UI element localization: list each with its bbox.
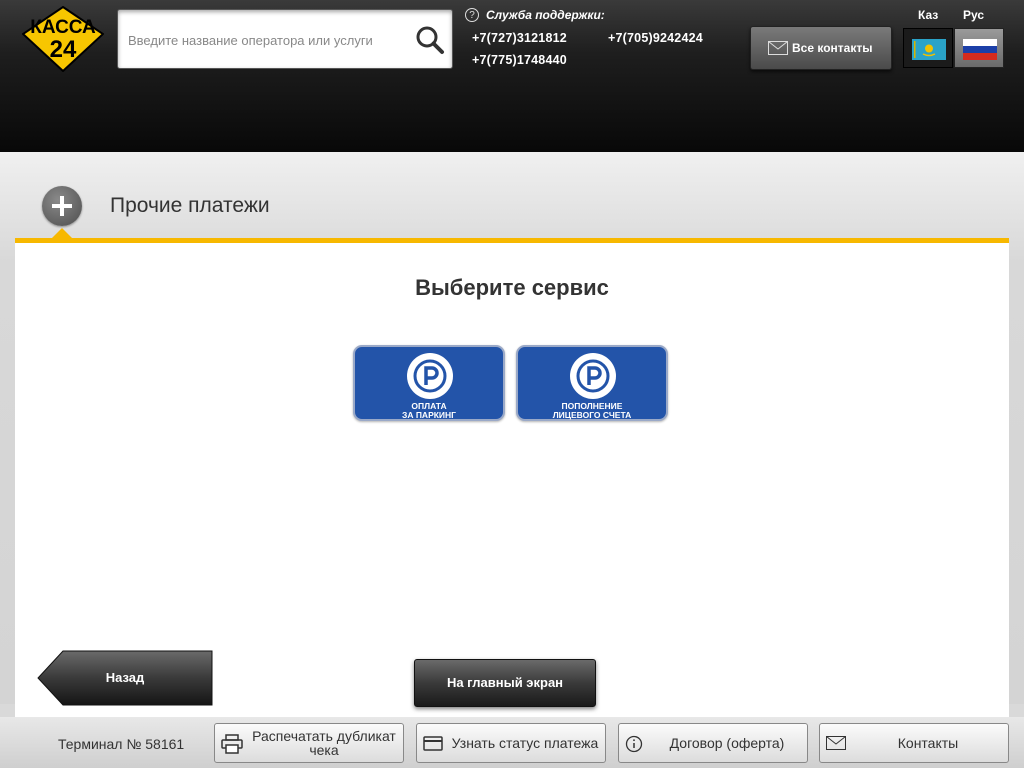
lang-button-ru[interactable]: [954, 28, 1004, 68]
payment-status-button[interactable]: Узнать статус платежа: [416, 723, 606, 763]
lang-label-ru: Рус: [963, 8, 985, 22]
search-input[interactable]: [126, 28, 410, 52]
info-icon: [625, 735, 643, 753]
parking-icon: [407, 353, 453, 399]
payment-status-label: Узнать статус платежа: [451, 735, 599, 751]
envelope-icon: [826, 736, 846, 750]
service-account-topup[interactable]: Пополнение лицевого счета: [516, 345, 668, 421]
category-tab-marker: [52, 228, 72, 238]
lang-button-kz[interactable]: [903, 28, 953, 68]
service-label: Оплата за паркинг: [402, 401, 456, 420]
contract-offer-label: Договор (оферта): [669, 735, 785, 751]
card-icon: [423, 736, 443, 751]
print-duplicate-label: Распечатать дубликат чека: [252, 728, 396, 758]
lang-label-kz: Каз: [918, 8, 939, 22]
back-label: Назад: [105, 670, 145, 685]
all-contacts-button[interactable]: Все контакты: [750, 26, 892, 70]
services-panel: Выберите сервис Оплата за паркинг Пополн…: [15, 238, 1009, 717]
back-button[interactable]: Назад: [37, 650, 213, 706]
search-icon[interactable]: [414, 24, 446, 56]
page-heading: Выберите сервис: [415, 275, 609, 300]
home-screen-button[interactable]: На главный экран: [414, 659, 596, 707]
help-icon: ?: [465, 8, 479, 22]
service-label: Пополнение лицевого счета: [552, 401, 632, 420]
search-box: [117, 9, 453, 69]
contacts-button[interactable]: Контакты: [819, 723, 1009, 763]
kz-flag-icon: [912, 39, 946, 60]
logo-text-top: КАССА: [30, 17, 96, 38]
terminal-number: Терминал № 58161: [58, 736, 185, 752]
support-phone-2: +7(705)9242424: [608, 31, 703, 45]
all-contacts-label: Все контакты: [792, 41, 873, 55]
category-title: Прочие платежи: [110, 194, 270, 217]
support-phone-3: +7(775)1748440: [472, 53, 567, 67]
kassa24-logo[interactable]: КАССА 24: [22, 6, 104, 72]
plus-icon: [42, 186, 82, 226]
contacts-label: Контакты: [897, 735, 959, 751]
logo-text-bottom: 24: [50, 36, 77, 63]
header: КАССА 24 ? Служба поддержки: +7(727)3121…: [0, 0, 1024, 152]
print-duplicate-button[interactable]: Распечатать дубликат чека: [214, 723, 404, 763]
ru-flag-icon: [963, 39, 997, 60]
support-title: Служба поддержки:: [486, 8, 605, 22]
envelope-icon: [768, 41, 788, 55]
service-parking-payment[interactable]: Оплата за паркинг: [353, 345, 505, 421]
printer-icon: [221, 734, 243, 754]
parking-icon: [570, 353, 616, 399]
contract-offer-button[interactable]: Договор (оферта): [618, 723, 808, 763]
support-phone-1: +7(727)3121812: [472, 31, 567, 45]
